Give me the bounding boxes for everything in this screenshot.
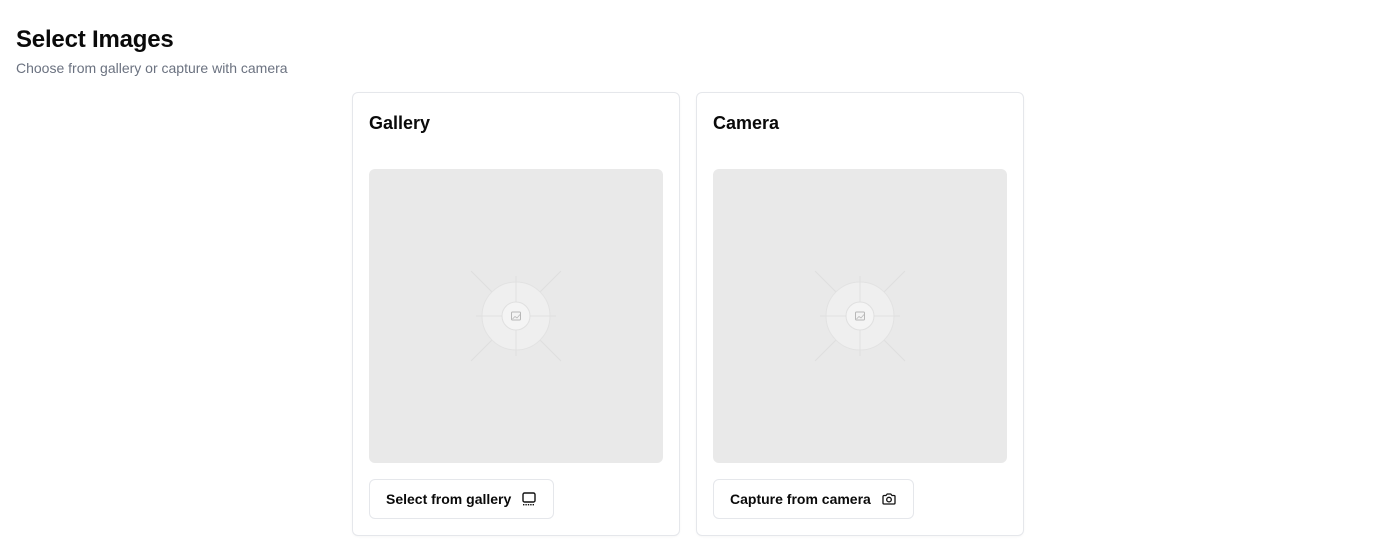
camera-preview [713,169,1007,463]
gallery-icon [522,492,536,506]
gallery-card: Gallery Select from gallery [352,92,680,536]
page-title: Select Images [16,26,174,53]
image-placeholder-icon [814,270,906,362]
camera-icon [882,493,896,505]
select-from-gallery-button[interactable]: Select from gallery [369,479,555,519]
page-subtitle: Choose from gallery or capture with came… [16,60,288,76]
image-source-cards: Gallery Select from gallery Camera Captu… [352,92,1024,536]
gallery-card-title: Gallery [369,113,431,133]
select-from-gallery-label: Select from gallery [386,491,512,507]
gallery-preview [369,169,663,463]
capture-from-camera-label: Capture from camera [730,491,871,507]
camera-card-title: Camera [713,113,780,133]
image-placeholder-icon [470,270,562,362]
capture-from-camera-button[interactable]: Capture from camera [713,479,914,519]
page-header: Select Images Choose from gallery or cap… [16,24,288,78]
camera-card: Camera Capture from camera [696,92,1024,536]
